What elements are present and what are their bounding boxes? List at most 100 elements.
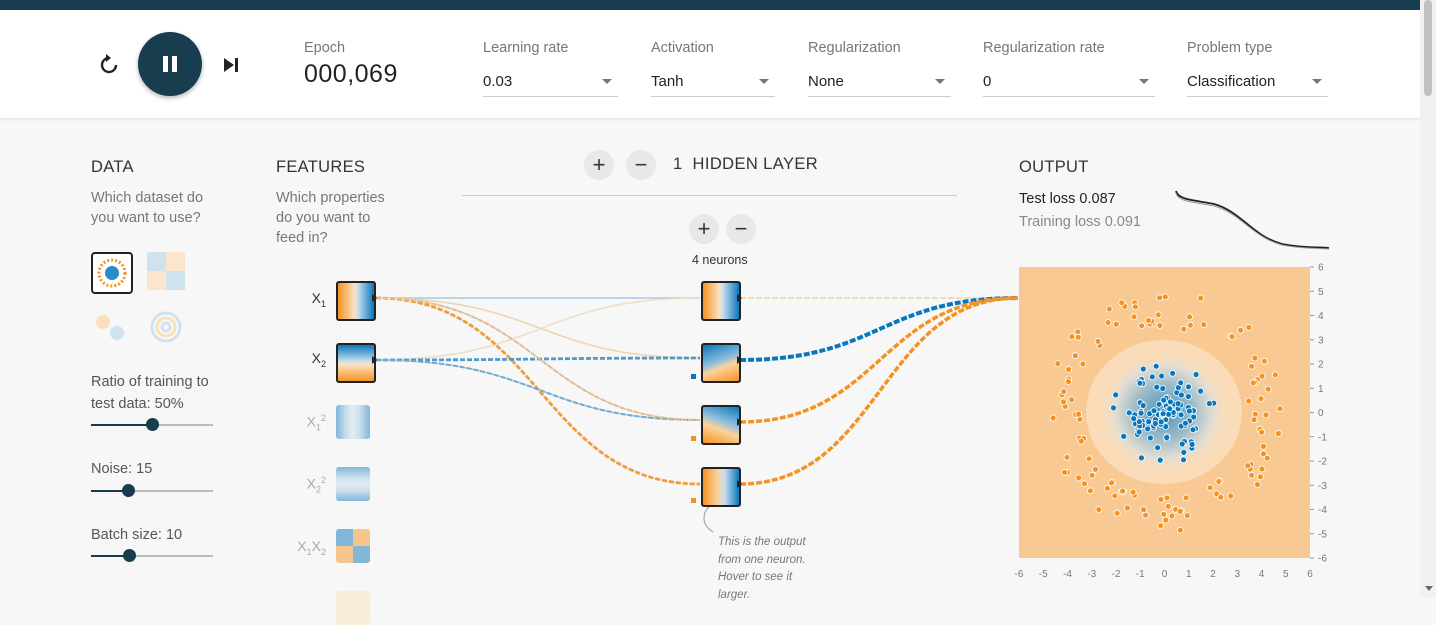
y-tick-label: 4 bbox=[1318, 311, 1324, 322]
add-layer-button[interactable]: + bbox=[584, 150, 614, 180]
negative-point bbox=[1276, 405, 1284, 413]
y-tick-label: -6 bbox=[1318, 554, 1327, 565]
positive-point bbox=[1156, 456, 1164, 464]
negative-point bbox=[1245, 324, 1253, 331]
feature-x1-squared-label: X12 bbox=[306, 413, 326, 433]
negative-point bbox=[1168, 512, 1176, 520]
neuron-hint: This is the output from one neuron. Hove… bbox=[718, 534, 828, 604]
remove-layer-button[interactable]: − bbox=[626, 150, 656, 180]
remove-neuron-button[interactable]: − bbox=[726, 214, 756, 244]
hint-line: Hover to see it bbox=[718, 571, 793, 583]
positive-point bbox=[1137, 409, 1145, 417]
positive-point bbox=[1139, 402, 1147, 409]
negative-point bbox=[1249, 379, 1257, 387]
negative-point bbox=[1104, 319, 1112, 326]
hidden-neuron-1[interactable] bbox=[701, 281, 741, 321]
negative-point bbox=[1157, 495, 1165, 503]
negative-point bbox=[1164, 502, 1172, 510]
negative-point bbox=[1074, 333, 1082, 341]
feature-x2-squared-label: X22 bbox=[306, 475, 326, 495]
negative-point bbox=[1094, 337, 1102, 345]
positive-point bbox=[1157, 418, 1165, 426]
positive-point bbox=[1166, 398, 1174, 406]
hint-line: This is the output bbox=[718, 536, 806, 548]
positive-point bbox=[1144, 425, 1152, 433]
feature-sin-x1[interactable] bbox=[336, 591, 370, 625]
negative-point bbox=[1063, 453, 1071, 461]
negative-point bbox=[1263, 454, 1271, 462]
hidden-neuron-2[interactable] bbox=[701, 343, 741, 383]
negative-point bbox=[1186, 321, 1194, 329]
negative-point bbox=[1092, 465, 1099, 473]
positive-point bbox=[1177, 411, 1185, 419]
negative-point bbox=[1085, 455, 1093, 463]
negative-point bbox=[1157, 522, 1165, 530]
negative-point bbox=[1140, 506, 1148, 514]
x-tick-label: 6 bbox=[1307, 569, 1313, 580]
feature-x1-label: X1 bbox=[311, 290, 326, 309]
positive-point bbox=[1145, 418, 1153, 426]
negative-point bbox=[1112, 320, 1120, 328]
neuron-output-marker bbox=[737, 418, 742, 426]
hidden-layer-title: 1 HIDDEN LAYER bbox=[673, 155, 818, 174]
negative-point bbox=[1060, 388, 1068, 396]
positive-point bbox=[1169, 369, 1177, 377]
positive-point bbox=[1135, 418, 1143, 426]
negative-point bbox=[1154, 311, 1162, 319]
negative-point bbox=[1087, 487, 1094, 495]
negative-point bbox=[1163, 494, 1171, 502]
positive-point bbox=[1154, 444, 1162, 452]
positive-point bbox=[1151, 420, 1159, 427]
feature-x2[interactable] bbox=[336, 343, 376, 383]
negative-point bbox=[1068, 396, 1076, 404]
negative-point bbox=[1248, 362, 1256, 370]
negative-point bbox=[1228, 333, 1236, 340]
negative-point bbox=[1068, 333, 1076, 340]
negative-point bbox=[1104, 484, 1111, 492]
feature-x1-output-marker bbox=[372, 294, 377, 302]
positive-point bbox=[1163, 434, 1171, 441]
negative-point bbox=[1251, 410, 1259, 418]
hidden-neuron-4[interactable] bbox=[701, 467, 741, 507]
x-tick-label: 0 bbox=[1162, 569, 1168, 580]
y-tick-label: -3 bbox=[1318, 481, 1327, 492]
positive-point bbox=[1146, 434, 1154, 442]
y-tick-label: 2 bbox=[1318, 360, 1324, 371]
positive-point bbox=[1110, 404, 1117, 412]
hidden-neuron-3[interactable] bbox=[701, 405, 741, 445]
negative-point bbox=[1245, 397, 1253, 405]
feature-x1[interactable] bbox=[336, 281, 376, 321]
negative-point bbox=[1129, 488, 1137, 496]
positive-point bbox=[1188, 440, 1196, 448]
negative-point bbox=[1113, 509, 1121, 517]
negative-point bbox=[1258, 428, 1266, 436]
feature-x1x2[interactable] bbox=[336, 529, 370, 563]
hidden-layer-count: 1 bbox=[673, 155, 683, 173]
positive-point bbox=[1177, 379, 1185, 387]
negative-point bbox=[1105, 305, 1113, 313]
feature-x2-label: X2 bbox=[311, 350, 326, 369]
positive-point bbox=[1174, 400, 1182, 408]
hint-line: larger. bbox=[718, 588, 751, 601]
negative-point bbox=[1259, 442, 1267, 450]
negative-point bbox=[1156, 294, 1164, 302]
negative-point bbox=[1142, 511, 1150, 519]
y-tick-label: 0 bbox=[1318, 408, 1324, 419]
y-tick-label: -2 bbox=[1318, 457, 1327, 468]
positive-point bbox=[1139, 365, 1147, 373]
positive-point bbox=[1135, 428, 1143, 436]
negative-point bbox=[1118, 299, 1126, 307]
negative-point bbox=[1132, 303, 1139, 311]
positive-point bbox=[1184, 393, 1192, 400]
negative-point bbox=[1200, 321, 1208, 328]
feature-x2-squared[interactable] bbox=[336, 467, 370, 501]
feature-x1x2-label: X1X2 bbox=[297, 538, 326, 557]
feature-x1-squared[interactable] bbox=[336, 405, 370, 439]
add-neuron-button[interactable]: + bbox=[689, 214, 719, 244]
negative-point bbox=[1254, 481, 1261, 488]
positive-point bbox=[1159, 385, 1167, 392]
positive-point bbox=[1166, 405, 1174, 413]
feature-x2-output-marker bbox=[372, 356, 377, 364]
negative-point bbox=[1186, 313, 1193, 321]
x-tick-label: -3 bbox=[1087, 569, 1096, 580]
